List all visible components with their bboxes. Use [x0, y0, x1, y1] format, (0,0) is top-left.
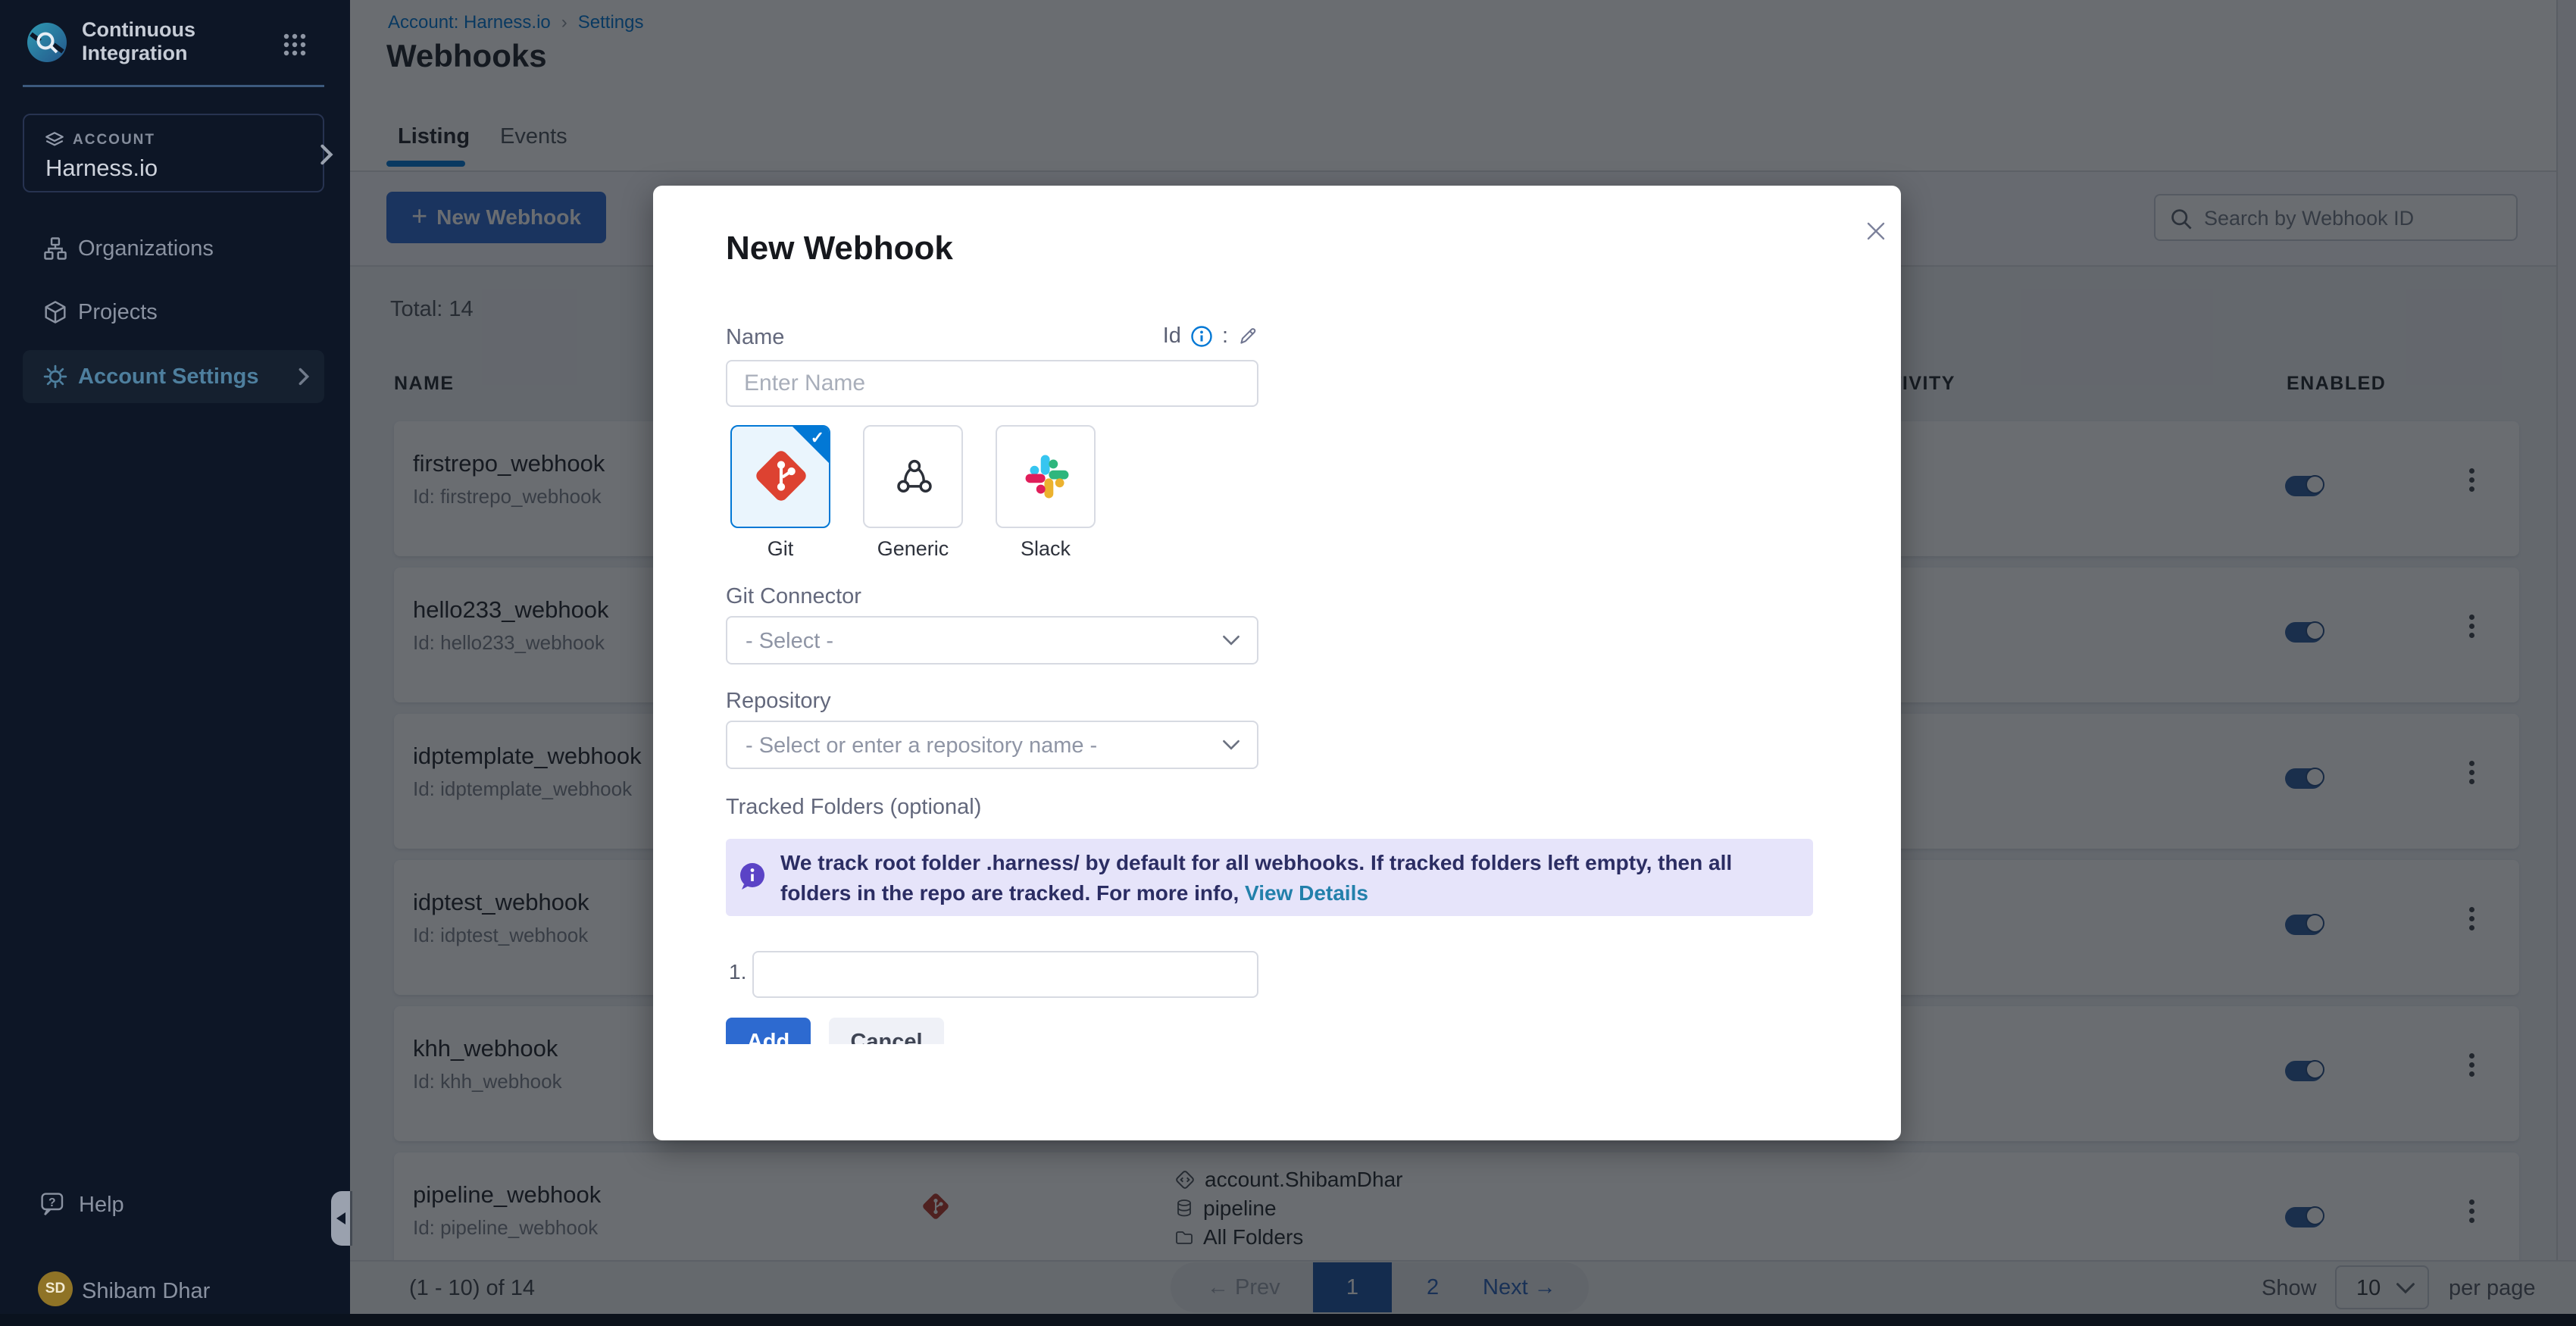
tracked-folders-info-callout: We track root folder .harness/ by defaul… — [726, 839, 1813, 916]
type-label-git: Git — [730, 537, 830, 561]
user-avatar[interactable]: SD — [38, 1271, 73, 1306]
info-text: We track root folder .harness/ by defaul… — [780, 848, 1788, 908]
sidebar-item-label: Account Settings — [78, 364, 258, 389]
id-colon: : — [1222, 324, 1228, 349]
sidebar-item-label: Projects — [78, 300, 158, 325]
sidebar-item-projects[interactable]: Projects — [23, 288, 324, 336]
chevron-down-icon — [1222, 739, 1240, 751]
sidebar-item-organizations[interactable]: Organizations — [23, 224, 324, 273]
chevron-right-icon — [299, 367, 309, 386]
account-name: Harness.io — [45, 155, 158, 182]
repository-select[interactable]: - Select or enter a repository name - — [726, 721, 1258, 769]
close-icon[interactable] — [1862, 217, 1893, 248]
webhook-name-input[interactable] — [726, 360, 1258, 407]
account-scope-label: ACCOUNT — [73, 132, 155, 149]
sidebar: Continuous Integration ACCOUNT Harness.i… — [0, 0, 350, 1326]
help-chat-icon: ? — [39, 1191, 67, 1218]
ci-module-logo-icon[interactable] — [26, 21, 68, 64]
cube-icon — [43, 300, 67, 324]
info-icon[interactable] — [1190, 325, 1213, 348]
webhook-generic-icon — [893, 455, 936, 498]
info-icon — [738, 862, 767, 890]
type-label-generic: Generic — [863, 537, 963, 561]
cancel-button[interactable]: Cancel — [829, 1018, 944, 1044]
type-card-generic[interactable] — [863, 425, 963, 528]
tracked-folder-input[interactable] — [752, 951, 1258, 998]
gear-icon — [43, 364, 67, 389]
type-label-slack: Slack — [996, 537, 1096, 561]
view-details-link[interactable]: View Details — [1245, 881, 1368, 905]
app-root: Continuous Integration ACCOUNT Harness.i… — [0, 0, 2576, 1326]
type-card-slack[interactable] — [996, 425, 1096, 528]
git-logo-icon — [750, 445, 812, 507]
tracked-folders-label: Tracked Folders (optional) — [726, 795, 981, 820]
dialog-title: New Webhook — [726, 230, 953, 267]
help-label: Help — [79, 1193, 124, 1218]
module-grid-icon[interactable] — [282, 32, 308, 58]
slack-logo-icon — [1023, 452, 1071, 501]
chevron-right-icon — [318, 144, 335, 165]
layers-icon — [44, 130, 65, 152]
sidebar-item-label: Organizations — [78, 236, 214, 261]
git-connector-select[interactable]: - Select - — [726, 616, 1258, 665]
id-label: Id — [1163, 324, 1181, 349]
sidebar-collapse-handle[interactable] — [331, 1191, 352, 1246]
type-card-git[interactable]: ✓ — [730, 425, 830, 528]
new-webhook-dialog: New Webhook Name Id : — [653, 186, 1901, 1140]
id-row: Id : — [726, 324, 1258, 349]
check-icon: ✓ — [811, 428, 824, 448]
folder-index: 1. — [729, 960, 746, 984]
repository-label: Repository — [726, 689, 831, 714]
org-chart-icon — [43, 236, 67, 261]
sidebar-divider — [23, 85, 324, 87]
sidebar-item-account-settings[interactable]: Account Settings — [23, 350, 324, 403]
app-title: Continuous Integration — [82, 18, 264, 65]
user-name[interactable]: Shibam Dhar — [82, 1279, 210, 1304]
git-connector-label: Git Connector — [726, 584, 861, 609]
svg-text:?: ? — [48, 1196, 56, 1209]
add-button[interactable]: Add — [726, 1018, 811, 1044]
account-scope-selector[interactable]: ACCOUNT Harness.io — [23, 114, 324, 192]
edit-pencil-icon[interactable] — [1237, 326, 1258, 347]
chevron-down-icon — [1222, 634, 1240, 646]
